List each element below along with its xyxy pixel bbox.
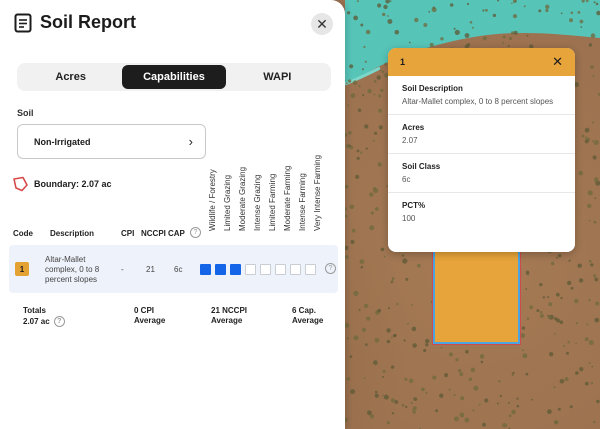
table-row[interactable]: 1 Altar-Mallet complex, 0 to 8 percent s… bbox=[9, 245, 338, 293]
popup-field-value: 6c bbox=[402, 175, 411, 184]
cap-header-limited-farming: Limited Farming bbox=[268, 173, 277, 231]
totals-cap-sub: Average bbox=[292, 316, 324, 325]
report-icon bbox=[14, 13, 32, 32]
cap-header-intense-grazing: Intense Grazing bbox=[253, 174, 262, 231]
boundary-text: Boundary: 2.07 ac bbox=[34, 179, 112, 189]
totals-nccpi-sub: Average bbox=[211, 316, 243, 325]
col-header-description: Description bbox=[50, 229, 95, 238]
col-header-nccpi: NCCPI bbox=[141, 229, 166, 238]
help-icon[interactable]: ? bbox=[325, 263, 336, 274]
capability-box bbox=[260, 264, 271, 275]
row-cap: 6c bbox=[174, 265, 183, 274]
row-nccpi: 21 bbox=[146, 265, 155, 274]
totals-cpi-sub: Average bbox=[134, 316, 166, 325]
cap-header-limited-grazing: Limited Grazing bbox=[223, 174, 232, 231]
tab-acres[interactable]: Acres bbox=[19, 65, 122, 89]
totals-cpi-value: 0 CPI bbox=[134, 306, 155, 315]
totals-cpi: 0 CPI Average bbox=[134, 306, 165, 326]
capability-box bbox=[275, 264, 286, 275]
parcel-boundary[interactable] bbox=[433, 250, 520, 344]
popup-field-label: Acres bbox=[402, 123, 425, 132]
soil-label: Soil bbox=[17, 108, 34, 118]
totals-cap-value: 6 Cap. bbox=[292, 306, 317, 315]
popup-field-soil-class: Soil Class 6c bbox=[388, 154, 575, 193]
close-icon[interactable]: ✕ bbox=[552, 54, 563, 70]
help-icon[interactable]: ? bbox=[53, 316, 65, 327]
totals-acres: 2.07 ac bbox=[23, 316, 50, 326]
capability-box bbox=[200, 264, 211, 275]
popup-field-pct: PCT% 100 bbox=[388, 193, 575, 231]
cap-header-moderate-grazing: Moderate Grazing bbox=[238, 166, 247, 231]
soil-select-value: Non-Irrigated bbox=[34, 136, 91, 147]
soil-type-select[interactable]: Non-Irrigated › bbox=[17, 124, 206, 159]
popup-field-label: Soil Class bbox=[402, 162, 441, 171]
totals-cap: 6 Cap. Average bbox=[292, 306, 323, 326]
close-icon: ✕ bbox=[316, 15, 328, 32]
capability-headers: Wildlife / Forestry Limited Grazing Mode… bbox=[199, 150, 331, 240]
totals-nccpi: 21 NCCPI Average bbox=[211, 306, 247, 326]
row-cpi: - bbox=[121, 265, 124, 274]
cap-header-wildlife: Wildlife / Forestry bbox=[208, 169, 217, 231]
totals-nccpi-value: 21 NCCPI bbox=[211, 306, 248, 315]
totals-title: Totals bbox=[23, 306, 46, 315]
popup-field-value: 100 bbox=[402, 214, 416, 223]
panel-header: Soil Report bbox=[14, 12, 136, 33]
col-header-cap: CAP bbox=[168, 229, 185, 238]
tab-wapi[interactable]: WAPI bbox=[226, 65, 329, 89]
popup-code: 1 bbox=[400, 57, 406, 67]
panel-title: Soil Report bbox=[40, 12, 137, 32]
capability-box bbox=[305, 264, 316, 275]
totals-label: Totals 2.07 ac ? bbox=[23, 306, 65, 327]
popup-header: 1 ✕ bbox=[388, 48, 575, 76]
popup-field-acres: Acres 2.07 bbox=[388, 115, 575, 154]
tab-bar: Acres Capabilities WAPI bbox=[17, 63, 331, 91]
col-header-code: Code bbox=[13, 229, 33, 238]
capability-box bbox=[245, 264, 256, 275]
cap-header-very-intense-farming: Very Intense Farming bbox=[313, 154, 322, 231]
popup-field-label: Soil Description bbox=[402, 84, 463, 93]
soil-report-panel: Soil Report ✕ Acres Capabilities WAPI So… bbox=[0, 0, 345, 429]
popup-field-label: PCT% bbox=[402, 201, 426, 210]
close-button[interactable]: ✕ bbox=[311, 13, 333, 35]
cap-header-moderate-farming: Moderate Farming bbox=[283, 165, 292, 231]
tab-capabilities[interactable]: Capabilities bbox=[122, 65, 226, 89]
col-header-cpi: CPI bbox=[121, 229, 135, 238]
capability-box bbox=[230, 264, 241, 275]
code-badge: 1 bbox=[15, 262, 29, 276]
boundary-summary: Boundary: 2.07 ac bbox=[12, 176, 112, 192]
soil-popup: 1 ✕ Soil Description Altar-Mallet comple… bbox=[388, 48, 575, 252]
boundary-icon bbox=[13, 176, 28, 192]
capability-box bbox=[290, 264, 301, 275]
chevron-right-icon: › bbox=[188, 134, 193, 149]
capability-box bbox=[215, 264, 226, 275]
cap-header-intense-farming: Intense Farming bbox=[298, 173, 307, 231]
popup-field-value: 2.07 bbox=[402, 136, 418, 145]
row-description: Altar-Mallet complex, 0 to 8 percent slo… bbox=[45, 255, 100, 284]
popup-field-value: Altar-Mallet complex, 0 to 8 percent slo… bbox=[402, 97, 554, 106]
capability-boxes bbox=[200, 264, 320, 275]
popup-field-soil-description: Soil Description Altar-Mallet complex, 0… bbox=[388, 76, 575, 115]
help-icon[interactable]: ? bbox=[190, 227, 201, 238]
